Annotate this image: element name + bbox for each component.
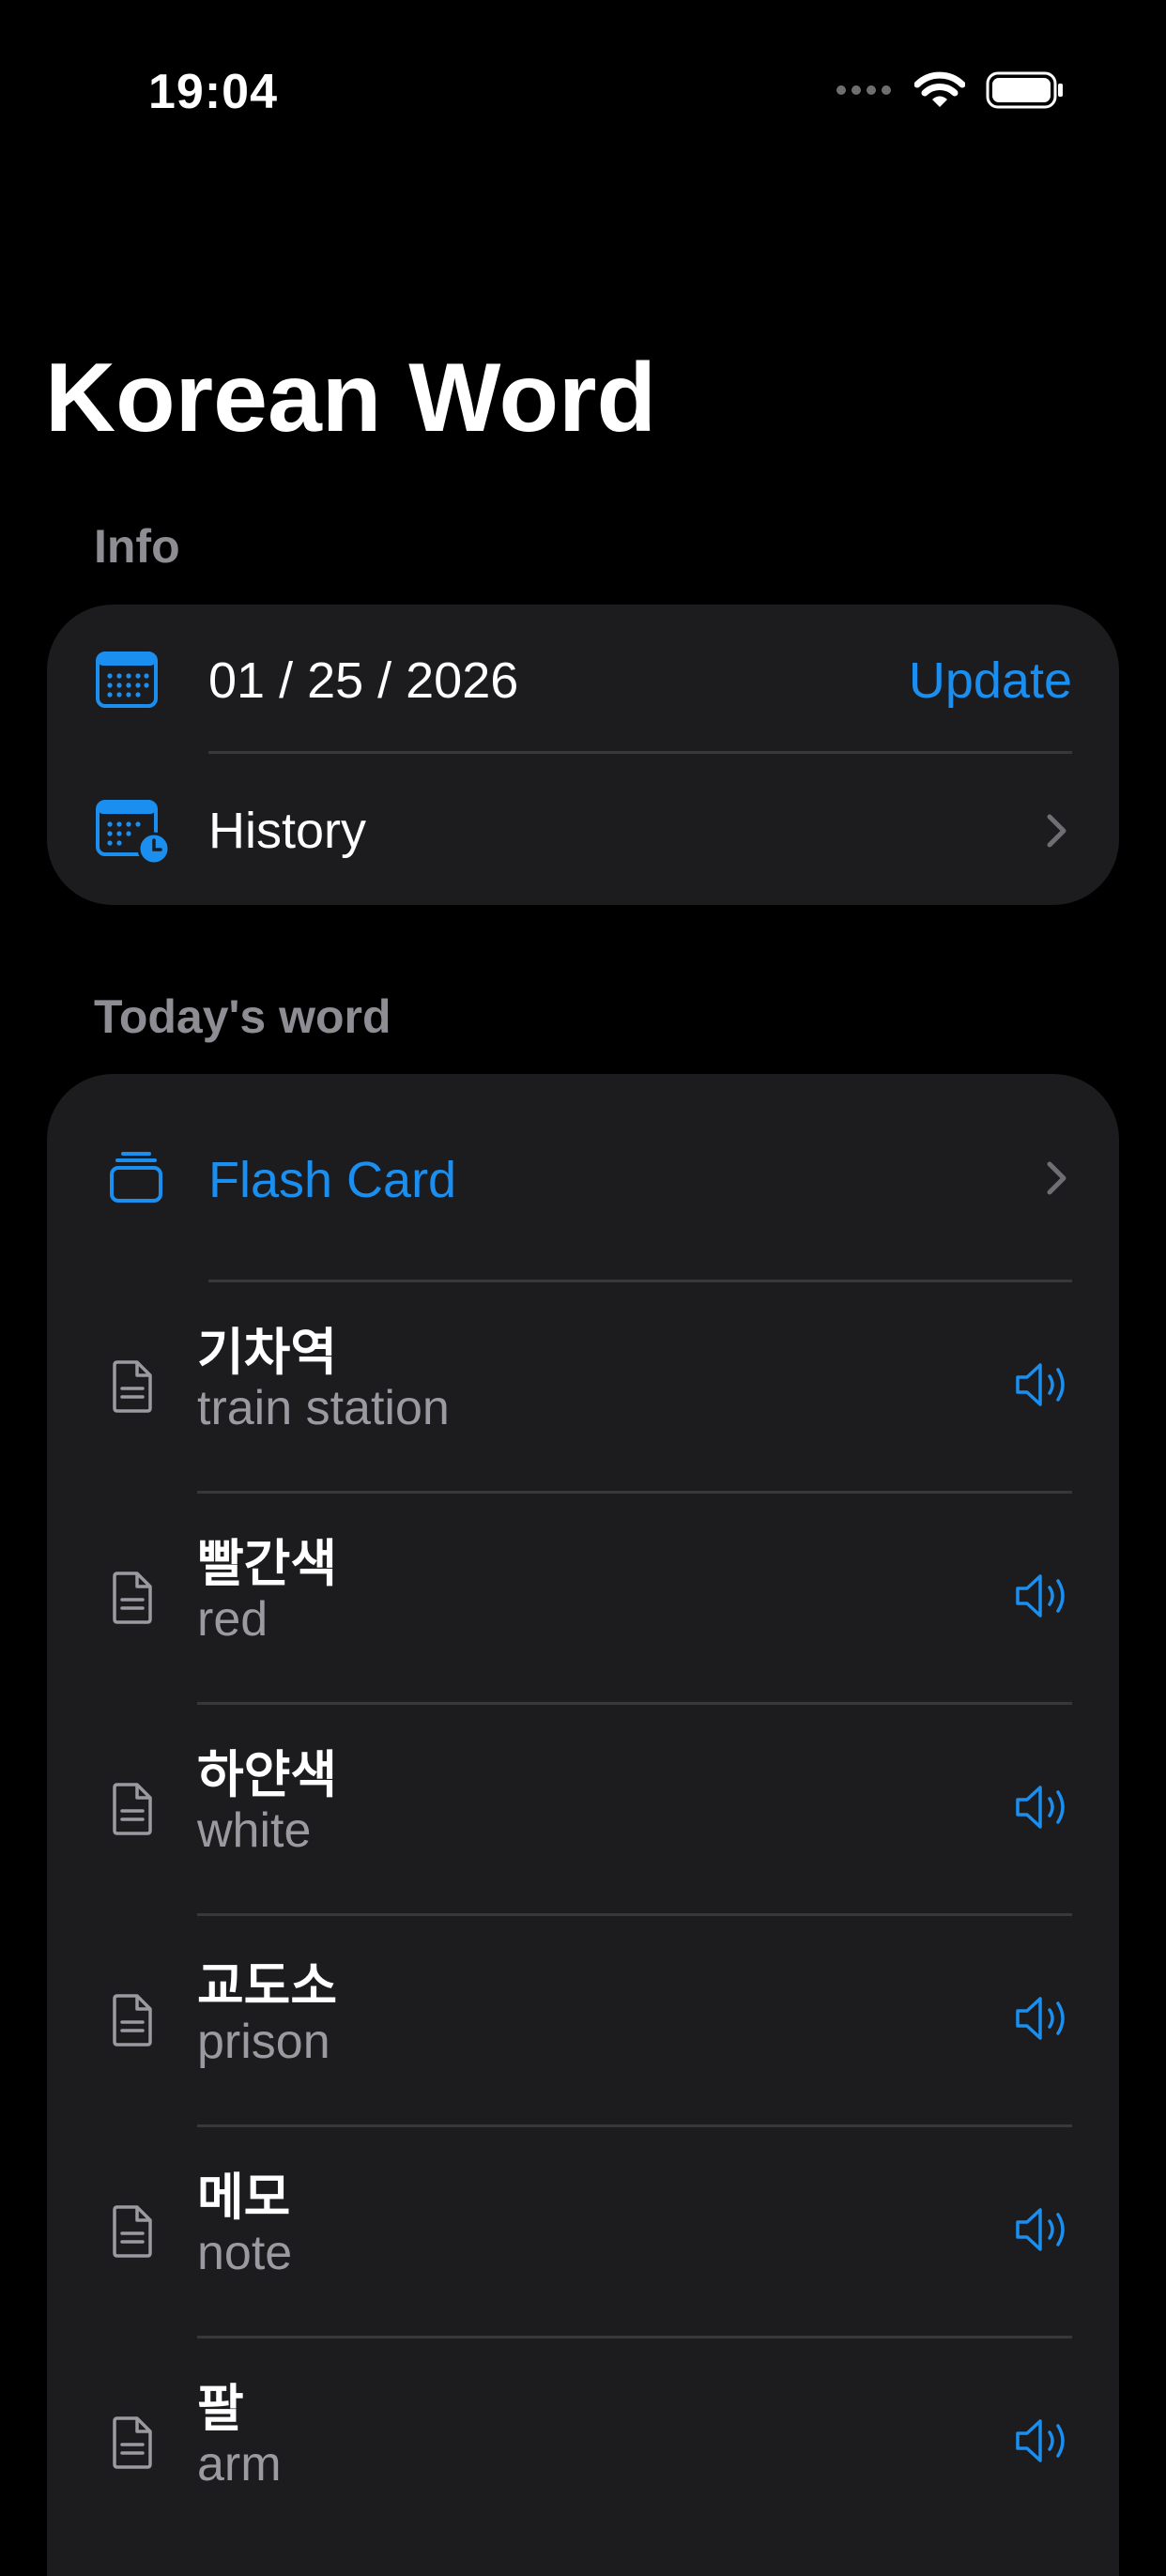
- flash-card-label: Flash Card: [208, 1152, 457, 1208]
- current-date: 01 / 25 / 2026: [208, 652, 519, 709]
- word-english: prison: [197, 2015, 330, 2069]
- word-korean: 하얀색: [197, 1747, 338, 1803]
- word-row: 교도소 prison: [47, 1916, 1119, 2127]
- document-icon: [113, 1994, 152, 2047]
- word-english: note: [197, 2226, 293, 2280]
- document-icon: [113, 2416, 152, 2469]
- speaker-icon[interactable]: [1014, 1361, 1072, 1408]
- card-stack-icon: [110, 1152, 162, 1203]
- speaker-icon[interactable]: [1014, 2206, 1072, 2253]
- word-korean: 빨간색: [197, 1536, 338, 1592]
- history-label: History: [208, 803, 367, 859]
- flash-card-row[interactable]: Flash Card: [47, 1074, 1119, 1282]
- speaker-icon[interactable]: [1014, 2417, 1072, 2464]
- word-korean: 기차역: [197, 1325, 338, 1381]
- document-icon: [113, 1783, 152, 1835]
- speaker-icon[interactable]: [1014, 1995, 1072, 2042]
- document-icon: [113, 1572, 152, 1624]
- info-section-header: Info: [94, 520, 180, 573]
- word-row: 하얀색 white: [47, 1705, 1119, 1916]
- chevron-right-icon: [1047, 1161, 1066, 1195]
- word-row: 기차역 train station: [47, 1282, 1119, 1494]
- cellular-signal-icon: [836, 85, 891, 95]
- document-icon: [113, 2205, 152, 2258]
- status-time: 19:04: [148, 65, 278, 119]
- calendar-icon: [96, 652, 158, 708]
- speaker-icon[interactable]: [1014, 1784, 1072, 1831]
- history-row[interactable]: History: [47, 755, 1119, 905]
- word-english: train station: [197, 1381, 450, 1435]
- speaker-icon[interactable]: [1014, 1572, 1072, 1619]
- word-english: white: [197, 1803, 312, 1858]
- word-row: 팔 arm: [47, 2338, 1119, 2550]
- document-icon: [113, 1360, 152, 1413]
- chevron-right-icon: [1047, 814, 1066, 848]
- update-button[interactable]: Update: [909, 652, 1072, 710]
- info-card: 01 / 25 / 2026 Update History: [47, 605, 1119, 905]
- word-row: 빨간색 red: [47, 1494, 1119, 1705]
- word-korean: 팔: [197, 2381, 244, 2437]
- word-english: arm: [197, 2437, 282, 2492]
- word-korean: 교도소: [197, 1958, 338, 2015]
- status-bar: 19:04: [0, 0, 1166, 188]
- wifi-icon: [914, 71, 965, 107]
- date-row: 01 / 25 / 2026 Update: [47, 605, 1119, 755]
- calendar-clock-icon: [96, 800, 171, 866]
- battery-icon: [986, 71, 1063, 109]
- word-korean: 메모: [197, 2170, 291, 2226]
- status-indicators: [836, 71, 1065, 109]
- word-row: 메모 note: [47, 2127, 1119, 2338]
- today-section-header: Today's word: [94, 990, 391, 1043]
- today-card: Flash Card 기차역 train station 빨간색 red 하얀색…: [47, 1074, 1119, 2576]
- info-divider: [208, 751, 1072, 754]
- word-english: red: [197, 1592, 268, 1647]
- page-title: Korean Word: [45, 344, 657, 452]
